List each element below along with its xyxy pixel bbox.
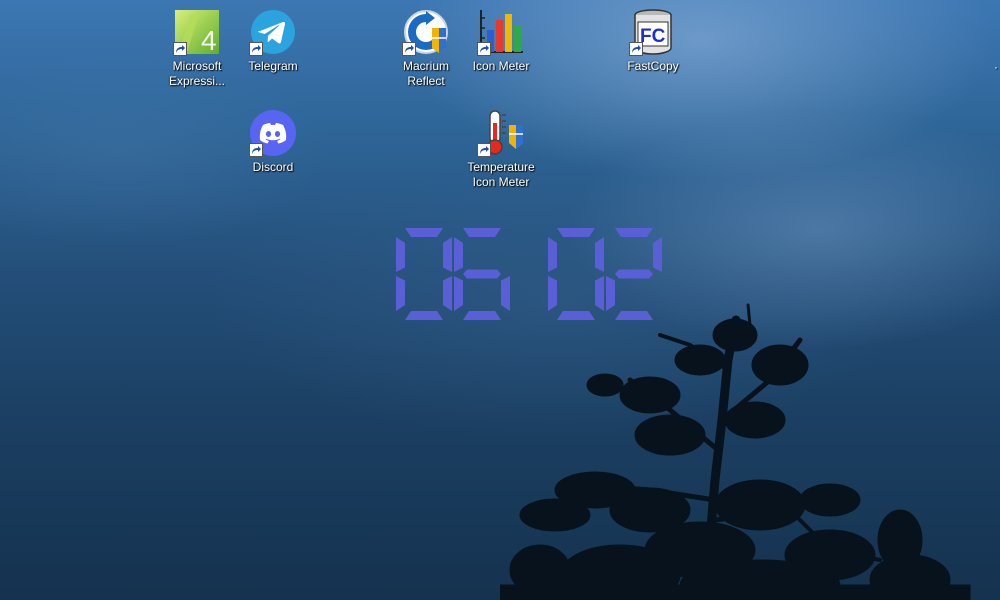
fastcopy-icon: FC (629, 8, 677, 56)
temperature-icon-meter-icon (477, 109, 525, 157)
clock-segment-e (454, 276, 463, 311)
clock-segment-g (615, 269, 653, 279)
svg-text:4: 4 (201, 25, 217, 56)
clock-segment-e (396, 276, 405, 311)
clock-segment-g (463, 269, 501, 279)
clock-digit-minutes-tens (520, 228, 604, 320)
icon-label: Icon Meter (472, 59, 530, 73)
clock-segment-f (548, 237, 557, 272)
clock-digit-minutes-ones (578, 228, 662, 320)
desktop-icon-macrium-reflect[interactable]: Macrium Reflect (388, 8, 464, 89)
microsoft-expression-icon: 4 (173, 8, 221, 56)
clock-digit-hours-tens (368, 228, 452, 320)
clock-segment-a (615, 228, 653, 237)
shortcut-arrow-icon (477, 143, 491, 157)
icon-label: Telegram (248, 59, 298, 73)
discord-icon (249, 109, 297, 157)
clock-segment-f (454, 237, 463, 272)
desktop-icon-discord[interactable]: Discord (235, 109, 311, 175)
desktop-icon-temperature-icon-meter[interactable]: Temperature Icon Meter (463, 109, 539, 190)
telegram-icon (249, 8, 297, 56)
shortcut-arrow-icon (249, 143, 263, 157)
shortcut-arrow-icon (629, 42, 643, 56)
shortcut-arrow-icon (173, 42, 187, 56)
shortcut-arrow-icon (402, 42, 416, 56)
macrium-reflect-icon (402, 8, 450, 56)
icon-meter-icon (477, 8, 525, 56)
clock-segment-e (606, 276, 615, 311)
shortcut-arrow-icon (249, 42, 263, 56)
clock-segment-d (463, 311, 501, 320)
clock-segment-e (548, 276, 557, 311)
clock-segment-c (501, 276, 510, 311)
icon-label: Macrium Reflect (402, 59, 449, 88)
offscreen-icon-edge: · (994, 60, 998, 74)
desktop-clock-widget (368, 228, 662, 320)
clock-segment-d (615, 311, 653, 320)
icon-label: FastCopy (627, 59, 679, 73)
desktop-icon-microsoft-expression[interactable]: 4 Microsoft Expressi... (159, 8, 235, 89)
clock-digit-hours-ones (426, 228, 510, 320)
desktop-icon-icon-meter[interactable]: Icon Meter (463, 8, 539, 74)
icon-label: Temperature Icon Meter (467, 160, 535, 189)
icon-label: Microsoft Expressi... (168, 59, 225, 88)
desktop-background: 4 Microsoft Expressi... Telegram Macrium… (0, 0, 1000, 600)
shortcut-arrow-icon (477, 42, 491, 56)
clock-segment-f (396, 237, 405, 272)
clock-segment-a (463, 228, 501, 237)
icon-label: Discord (252, 160, 294, 174)
svg-text:FC: FC (640, 26, 666, 47)
clock-segment-b (653, 237, 662, 272)
tree-silhouette (500, 303, 971, 600)
desktop-icon-telegram[interactable]: Telegram (235, 8, 311, 74)
seven-segment-digit (606, 228, 662, 320)
desktop-icon-fastcopy[interactable]: FC FastCopy (615, 8, 691, 74)
